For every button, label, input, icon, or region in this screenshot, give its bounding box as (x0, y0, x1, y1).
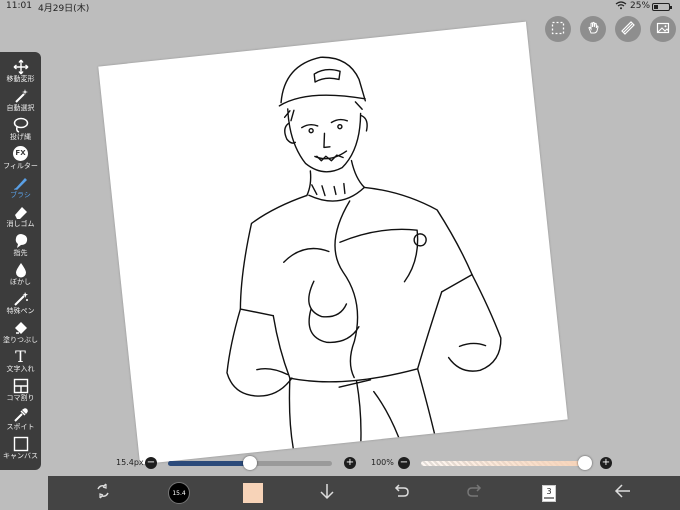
tool-label: 移動変形 (6, 75, 35, 83)
tool-text[interactable]: T 文字入れ (0, 348, 41, 376)
opacity-knob[interactable] (578, 456, 592, 470)
opacity-label: 100% (371, 458, 394, 467)
image-button[interactable] (650, 16, 676, 42)
brush-preview-button[interactable]: 15.4 (164, 476, 194, 510)
brush-size-minus-button[interactable]: − (145, 457, 157, 469)
battery-percent: 25% (630, 1, 651, 11)
opacity-slider[interactable] (421, 461, 585, 466)
tool-special-pen[interactable]: 特殊ペン (0, 290, 41, 318)
frame-divider-icon (12, 377, 30, 394)
tool-label: 文字入れ (6, 365, 35, 373)
tool-label: スポイト (6, 423, 35, 431)
redo-button[interactable] (460, 476, 490, 510)
tool-eraser[interactable]: 消しゴム (0, 203, 41, 231)
brush-size-fill (168, 461, 250, 466)
brush-size-preview: 15.4 (168, 482, 190, 504)
tool-fill[interactable]: 塗りつぶし (0, 319, 41, 347)
brush-size-knob[interactable] (243, 456, 257, 470)
undo-icon (392, 483, 410, 503)
tool-palette: 移動変形 自動選択 投げ縄 FX フィルター ブラシ 消しゴム 指先 ぼかし 特… (0, 52, 41, 470)
text-icon: T (12, 348, 30, 365)
eraser-icon (12, 203, 30, 220)
magic-wand-icon (12, 87, 30, 104)
tool-eyedropper[interactable]: スポイト (0, 406, 41, 434)
tool-label: 特殊ペン (6, 307, 35, 315)
layers-button[interactable]: 3 (534, 476, 564, 510)
tool-auto-select[interactable]: 自動選択 (0, 87, 41, 115)
tool-smudge[interactable]: 指先 (0, 232, 41, 260)
image-icon (656, 20, 670, 39)
ruler-button[interactable] (615, 16, 641, 42)
color-button[interactable] (238, 476, 268, 510)
battery-icon (652, 3, 672, 11)
status-bar: 11:01 4月29日(木) 25% (0, 0, 680, 14)
opacity-plus-button[interactable]: + (600, 457, 612, 469)
fill-icon (12, 319, 30, 336)
opacity-minus-button[interactable]: − (398, 457, 410, 469)
drawing-canvas[interactable] (98, 21, 568, 465)
text-glyph: T (15, 347, 26, 366)
redo-icon (466, 483, 484, 503)
tool-move[interactable]: 移動変形 (0, 58, 41, 86)
tool-lasso[interactable]: 投げ縄 (0, 116, 41, 144)
tool-label: 消しゴム (6, 220, 35, 228)
blur-icon (12, 261, 30, 278)
status-date: 4月29日(木) (38, 4, 90, 14)
hand-tool-button[interactable] (580, 16, 606, 42)
bottom-toolbar: 15.4 3 (48, 476, 680, 510)
tool-frame-divider[interactable]: コマ割り (0, 377, 41, 405)
fx-badge: FX (13, 146, 28, 161)
fx-icon: FX (12, 145, 30, 162)
move-icon (12, 58, 30, 75)
smudge-icon (12, 232, 30, 249)
tool-brush[interactable]: ブラシ (0, 174, 41, 202)
brush-size-plus-button[interactable]: + (344, 457, 356, 469)
selection-icon (551, 20, 565, 39)
selection-button[interactable] (545, 16, 571, 42)
status-time: 11:01 (6, 1, 32, 11)
tool-label: ぼかし (10, 278, 31, 286)
ruler-icon (621, 20, 635, 39)
current-color-swatch (243, 483, 263, 503)
download-button[interactable] (312, 476, 342, 510)
brush-settings-row: 15.4px − + 100% − + (0, 450, 680, 474)
back-button[interactable] (608, 476, 638, 510)
tool-label: 指先 (13, 249, 28, 257)
wifi-icon (615, 1, 627, 13)
eyedropper-icon (12, 406, 30, 423)
brush-icon (12, 174, 30, 191)
line-art-drawing (226, 56, 502, 449)
hand-icon (586, 20, 600, 39)
layer-count: 3 (542, 484, 556, 502)
tool-label: コマ割り (6, 394, 35, 402)
tool-filter[interactable]: FX フィルター (0, 145, 41, 173)
tool-blur[interactable]: ぼかし (0, 261, 41, 289)
arrow-down-icon (319, 482, 335, 504)
brush-size-label: 15.4px (116, 458, 144, 467)
tool-label: 自動選択 (6, 104, 35, 112)
undo-button[interactable] (386, 476, 416, 510)
tool-label: ブラシ (10, 191, 31, 199)
arrow-left-icon (614, 483, 632, 503)
tool-label: フィルター (3, 162, 38, 170)
tool-label: 投げ縄 (10, 133, 31, 141)
special-pen-icon (12, 290, 30, 307)
lasso-icon (12, 116, 30, 133)
tool-label: 塗りつぶし (2, 336, 39, 344)
rotate-arrows-icon (94, 482, 112, 504)
quick-action-button[interactable] (88, 476, 118, 510)
